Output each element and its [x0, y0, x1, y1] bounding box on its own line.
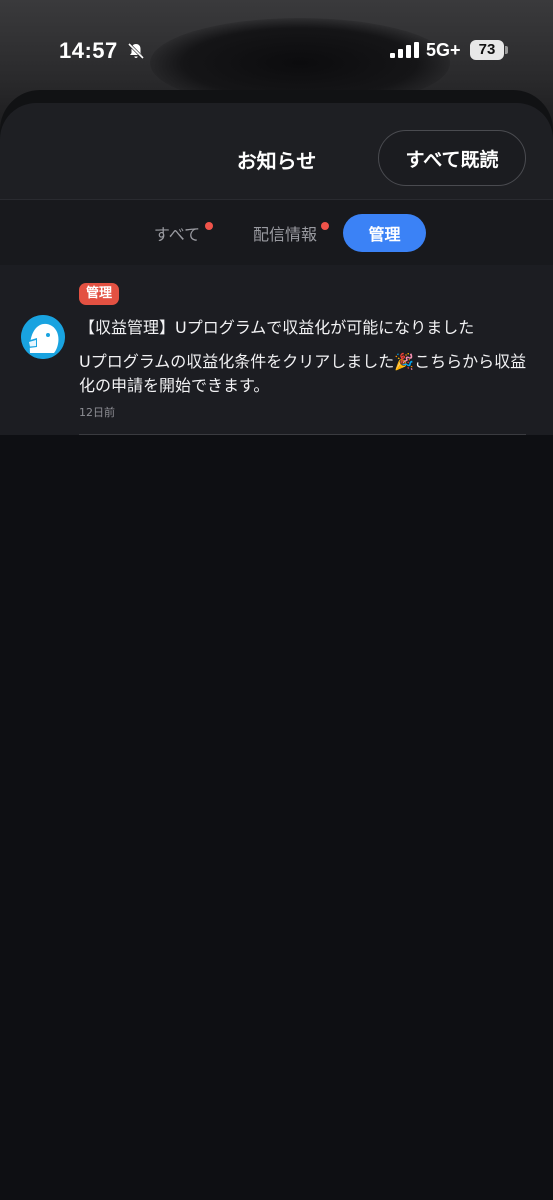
- notification-body: Uプログラムの収益化条件をクリアしました🎉こちらから収益化の申請を開始できます。: [79, 352, 527, 395]
- bell-slash-icon: [127, 42, 145, 60]
- battery-tip: [505, 46, 508, 54]
- notification-time: 12日前: [79, 406, 115, 419]
- status-bar: 14:57 5G+ 73: [0, 0, 553, 100]
- notification-sheet: お知らせ すべて既読 すべて 配信情報 管理 管理 【収益管理】Uプログラムで収…: [0, 103, 553, 1200]
- category-badge: 管理: [79, 283, 120, 305]
- status-time: 14:57: [59, 38, 118, 63]
- tab-bar: すべて 配信情報 管理: [0, 199, 553, 265]
- notification-title: 【収益管理】Uプログラムで収益化が可能になりました: [79, 318, 475, 337]
- tab-label: 管理: [368, 225, 401, 244]
- notification-list: 管理 【収益管理】Uプログラムで収益化が可能になりました Uプログラムの収益化条…: [0, 265, 553, 435]
- mascot-icon: [21, 315, 65, 359]
- tab-broadcast-info[interactable]: 配信情報: [242, 214, 328, 252]
- mark-all-read-button[interactable]: すべて既読: [378, 130, 526, 186]
- list-item[interactable]: 管理 【収益管理】Uプログラムで収益化が可能になりました Uプログラムの収益化条…: [0, 265, 553, 435]
- tab-management[interactable]: 管理: [343, 214, 426, 252]
- signal-icon: [390, 42, 419, 58]
- unread-dot: [205, 222, 213, 230]
- tab-label: すべて: [153, 225, 201, 244]
- sheet-header: お知らせ すべて既読: [0, 103, 553, 199]
- battery-icon: 73: [470, 40, 504, 60]
- unread-dot: [321, 222, 329, 230]
- tab-label: 配信情報: [252, 225, 317, 244]
- divider: [79, 434, 526, 435]
- tab-all[interactable]: すべて: [144, 214, 210, 252]
- network-type: 5G+: [426, 40, 461, 60]
- avatar: [21, 315, 65, 359]
